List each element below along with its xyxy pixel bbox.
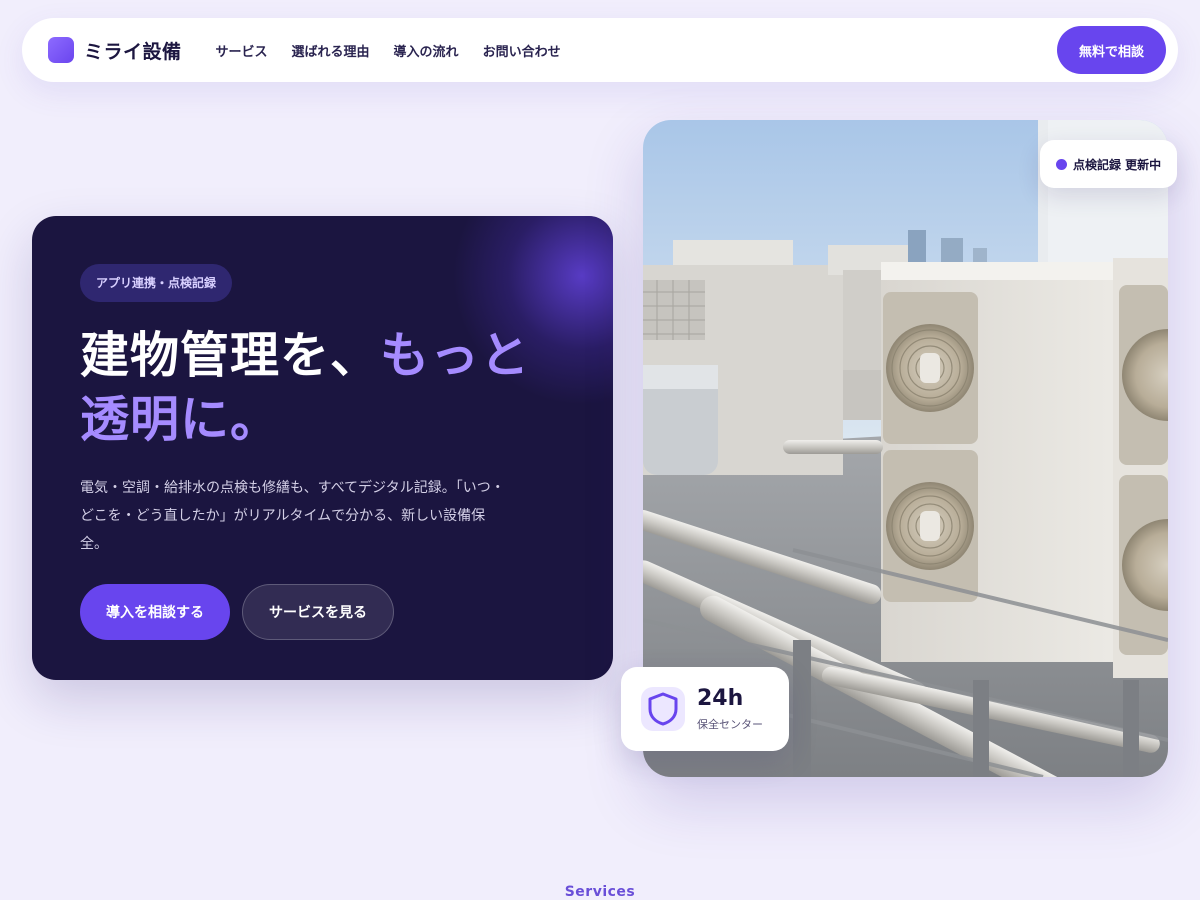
services-section-label: Services	[564, 884, 636, 900]
hero-card: アプリ連携・点検記録 建物管理を、もっと 透明に。 電気・空調・給排水の点検も修…	[32, 216, 613, 680]
headline-accent-2: 透明に。	[80, 391, 281, 448]
top-navigation: ミライ設備 サービス 選ばれる理由 導入の流れ お問い合わせ 無料で相談	[22, 18, 1178, 82]
brand-name: ミライ設備	[84, 40, 182, 63]
headline-white: 建物管理を、	[80, 327, 381, 384]
support-stat-text: 24h 保全センター	[697, 686, 763, 732]
nav-link-contact[interactable]: お問い合わせ	[483, 41, 561, 60]
hero-headline: 建物管理を、もっと 透明に。	[80, 324, 570, 452]
nav-link-reasons[interactable]: 選ばれる理由	[292, 41, 370, 60]
nav-link-services[interactable]: サービス	[216, 41, 268, 60]
inspection-status-badge: 点検記録 更新中	[1040, 140, 1178, 188]
shield-icon	[641, 687, 685, 731]
nav-link-flow[interactable]: 導入の流れ	[394, 41, 459, 60]
nav-links: サービス 選ばれる理由 導入の流れ お問い合わせ	[216, 41, 561, 60]
stat-value: 24h	[697, 686, 744, 711]
free-consultation-button[interactable]: 無料で相談	[1056, 26, 1166, 74]
brand[interactable]: ミライ設備	[48, 37, 182, 64]
logo-mark-icon	[48, 37, 74, 63]
hero-buttons: 導入を相談する サービスを見る	[80, 584, 570, 640]
inspection-status-text: 点検記録 更新中	[1073, 157, 1162, 172]
stat-label: 保全センター	[697, 718, 763, 731]
consult-button[interactable]: 導入を相談する	[80, 584, 230, 640]
support-stat-card: 24h 保全センター	[621, 667, 789, 751]
view-services-button[interactable]: サービスを見る	[242, 584, 394, 640]
hero-description: 電気・空調・給排水の点検も修繕も、すべてデジタル記録。「いつ・どこを・どう直した…	[80, 480, 505, 552]
hero-tag-pill: アプリ連携・点検記録	[80, 264, 233, 302]
headline-accent-1: もっと	[380, 327, 531, 384]
hero-content: アプリ連携・点検記録 建物管理を、もっと 透明に。 電気・空調・給排水の点検も修…	[80, 264, 570, 640]
dot-icon	[1056, 158, 1067, 170]
